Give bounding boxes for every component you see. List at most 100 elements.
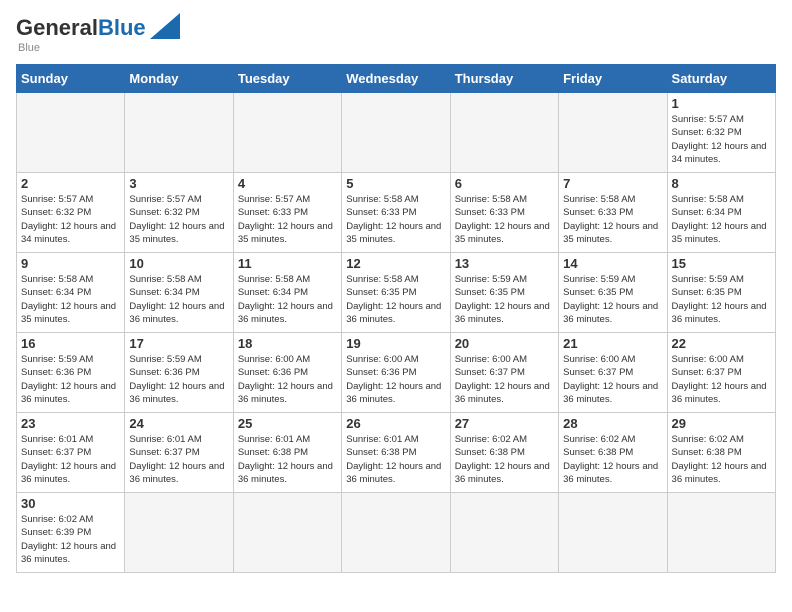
calendar-cell: 30 Sunrise: 6:02 AMSunset: 6:39 PMDayligh… xyxy=(17,493,125,573)
calendar-cell: 19Sunrise: 6:00 AMSunset: 6:36 PMDayligh… xyxy=(342,333,450,413)
day-info: Sunrise: 5:57 AMSunset: 6:33 PMDaylight:… xyxy=(238,193,337,246)
week-row-3: 16 Sunrise: 5:59 AMSunset: 6:36 PMDayligh… xyxy=(17,333,776,413)
calendar-cell: 1 Sunrise: 5:57 AMSunset: 6:32 PMDaylight… xyxy=(667,93,775,173)
day-info: Sunrise: 6:02 AMSunset: 6:39 PMDaylight:… xyxy=(21,513,120,566)
calendar-cell: 29 Sunrise: 6:02 AMSunset: 6:38 PMDayligh… xyxy=(667,413,775,493)
logo: GeneralBlue Blue xyxy=(16,16,180,54)
day-number: 29 xyxy=(672,416,771,431)
week-row-5: 30 Sunrise: 6:02 AMSunset: 6:39 PMDayligh… xyxy=(17,493,776,573)
calendar-cell: 16 Sunrise: 5:59 AMSunset: 6:36 PMDayligh… xyxy=(17,333,125,413)
calendar-cell: 11 Sunrise: 5:58 AMSunset: 6:34 PMDayligh… xyxy=(233,253,341,333)
day-info: Sunrise: 5:58 AMSunset: 6:35 PMDaylight:… xyxy=(346,273,445,326)
day-info: Sunrise: 5:57 AMSunset: 6:32 PMDaylight:… xyxy=(672,113,771,166)
calendar-cell xyxy=(450,493,558,573)
header-wednesday: Wednesday xyxy=(342,65,450,93)
day-number: 27 xyxy=(455,416,554,431)
day-number: 8 xyxy=(672,176,771,191)
day-number: 15 xyxy=(672,256,771,271)
calendar-cell xyxy=(342,493,450,573)
calendar-cell xyxy=(342,93,450,173)
calendar-cell: 20 Sunrise: 6:00 AMSunset: 6:37 PMDayligh… xyxy=(450,333,558,413)
day-info: Sunrise: 5:59 AMSunset: 6:35 PMDaylight:… xyxy=(563,273,662,326)
day-number: 28 xyxy=(563,416,662,431)
calendar-cell xyxy=(233,93,341,173)
day-info: Sunrise: 5:59 AMSunset: 6:35 PMDaylight:… xyxy=(455,273,554,326)
calendar: SundayMondayTuesdayWednesdayThursdayFrid… xyxy=(16,64,776,573)
calendar-cell: 3Sunrise: 5:57 AMSunset: 6:32 PMDaylight… xyxy=(125,173,233,253)
day-number: 23 xyxy=(21,416,120,431)
logo-icon xyxy=(150,13,180,39)
day-number: 3 xyxy=(129,176,228,191)
calendar-cell: 9Sunrise: 5:58 AMSunset: 6:34 PMDaylight… xyxy=(17,253,125,333)
day-info: Sunrise: 6:00 AMSunset: 6:37 PMDaylight:… xyxy=(672,353,771,406)
calendar-cell: 25Sunrise: 6:01 AMSunset: 6:38 PMDayligh… xyxy=(233,413,341,493)
header-tuesday: Tuesday xyxy=(233,65,341,93)
day-number: 18 xyxy=(238,336,337,351)
calendar-cell xyxy=(17,93,125,173)
day-number: 30 xyxy=(21,496,120,511)
week-row-4: 23 Sunrise: 6:01 AMSunset: 6:37 PMDayligh… xyxy=(17,413,776,493)
day-number: 24 xyxy=(129,416,228,431)
day-info: Sunrise: 6:01 AMSunset: 6:38 PMDaylight:… xyxy=(238,433,337,486)
calendar-cell: 6 Sunrise: 5:58 AMSunset: 6:33 PMDaylight… xyxy=(450,173,558,253)
header-friday: Friday xyxy=(559,65,667,93)
calendar-cell: 15Sunrise: 5:59 AMSunset: 6:35 PMDayligh… xyxy=(667,253,775,333)
calendar-cell xyxy=(125,493,233,573)
day-info: Sunrise: 6:01 AMSunset: 6:37 PMDaylight:… xyxy=(129,433,228,486)
calendar-cell: 2 Sunrise: 5:57 AMSunset: 6:32 PMDaylight… xyxy=(17,173,125,253)
header-monday: Monday xyxy=(125,65,233,93)
day-info: Sunrise: 5:57 AMSunset: 6:32 PMDaylight:… xyxy=(21,193,120,246)
calendar-cell: 14 Sunrise: 5:59 AMSunset: 6:35 PMDayligh… xyxy=(559,253,667,333)
calendar-cell: 10 Sunrise: 5:58 AMSunset: 6:34 PMDayligh… xyxy=(125,253,233,333)
day-info: Sunrise: 6:00 AMSunset: 6:36 PMDaylight:… xyxy=(346,353,445,406)
day-info: Sunrise: 5:58 AMSunset: 6:33 PMDaylight:… xyxy=(346,193,445,246)
day-number: 21 xyxy=(563,336,662,351)
day-number: 12 xyxy=(346,256,445,271)
calendar-cell: 5Sunrise: 5:58 AMSunset: 6:33 PMDaylight… xyxy=(342,173,450,253)
day-number: 1 xyxy=(672,96,771,111)
day-number: 6 xyxy=(455,176,554,191)
day-info: Sunrise: 6:02 AMSunset: 6:38 PMDaylight:… xyxy=(672,433,771,486)
day-number: 2 xyxy=(21,176,120,191)
day-info: Sunrise: 5:58 AMSunset: 6:33 PMDaylight:… xyxy=(455,193,554,246)
calendar-header-row: SundayMondayTuesdayWednesdayThursdayFrid… xyxy=(17,65,776,93)
day-info: Sunrise: 6:01 AMSunset: 6:38 PMDaylight:… xyxy=(346,433,445,486)
day-info: Sunrise: 6:00 AMSunset: 6:36 PMDaylight:… xyxy=(238,353,337,406)
calendar-cell xyxy=(559,93,667,173)
calendar-cell: 17Sunrise: 5:59 AMSunset: 6:36 PMDayligh… xyxy=(125,333,233,413)
calendar-cell: 8 Sunrise: 5:58 AMSunset: 6:34 PMDaylight… xyxy=(667,173,775,253)
day-info: Sunrise: 6:01 AMSunset: 6:37 PMDaylight:… xyxy=(21,433,120,486)
day-number: 20 xyxy=(455,336,554,351)
day-number: 7 xyxy=(563,176,662,191)
day-number: 14 xyxy=(563,256,662,271)
header: GeneralBlue Blue xyxy=(16,16,776,54)
day-number: 17 xyxy=(129,336,228,351)
week-row-0: 1 Sunrise: 5:57 AMSunset: 6:32 PMDaylight… xyxy=(17,93,776,173)
calendar-cell: 27 Sunrise: 6:02 AMSunset: 6:38 PMDayligh… xyxy=(450,413,558,493)
day-number: 16 xyxy=(21,336,120,351)
day-info: Sunrise: 6:02 AMSunset: 6:38 PMDaylight:… xyxy=(455,433,554,486)
calendar-cell xyxy=(559,493,667,573)
day-number: 26 xyxy=(346,416,445,431)
calendar-cell: 18 Sunrise: 6:00 AMSunset: 6:36 PMDayligh… xyxy=(233,333,341,413)
day-info: Sunrise: 5:58 AMSunset: 6:34 PMDaylight:… xyxy=(672,193,771,246)
day-info: Sunrise: 5:59 AMSunset: 6:36 PMDaylight:… xyxy=(21,353,120,406)
day-number: 10 xyxy=(129,256,228,271)
calendar-cell: 12 Sunrise: 5:58 AMSunset: 6:35 PMDayligh… xyxy=(342,253,450,333)
logo-tagline: Blue xyxy=(18,42,40,54)
calendar-cell: 26 Sunrise: 6:01 AMSunset: 6:38 PMDayligh… xyxy=(342,413,450,493)
header-saturday: Saturday xyxy=(667,65,775,93)
calendar-cell xyxy=(125,93,233,173)
calendar-cell xyxy=(450,93,558,173)
calendar-cell: 22Sunrise: 6:00 AMSunset: 6:37 PMDayligh… xyxy=(667,333,775,413)
day-info: Sunrise: 5:58 AMSunset: 6:34 PMDaylight:… xyxy=(129,273,228,326)
day-number: 9 xyxy=(21,256,120,271)
day-info: Sunrise: 6:00 AMSunset: 6:37 PMDaylight:… xyxy=(455,353,554,406)
day-number: 11 xyxy=(238,256,337,271)
week-row-2: 9 Sunrise: 5:58 AMSunset: 6:34 PMDaylight… xyxy=(17,253,776,333)
day-info: Sunrise: 6:00 AMSunset: 6:37 PMDaylight:… xyxy=(563,353,662,406)
calendar-cell: 23 Sunrise: 6:01 AMSunset: 6:37 PMDayligh… xyxy=(17,413,125,493)
day-info: Sunrise: 5:58 AMSunset: 6:34 PMDaylight:… xyxy=(238,273,337,326)
calendar-cell: 24 Sunrise: 6:01 AMSunset: 6:37 PMDayligh… xyxy=(125,413,233,493)
day-info: Sunrise: 5:58 AMSunset: 6:33 PMDaylight:… xyxy=(563,193,662,246)
